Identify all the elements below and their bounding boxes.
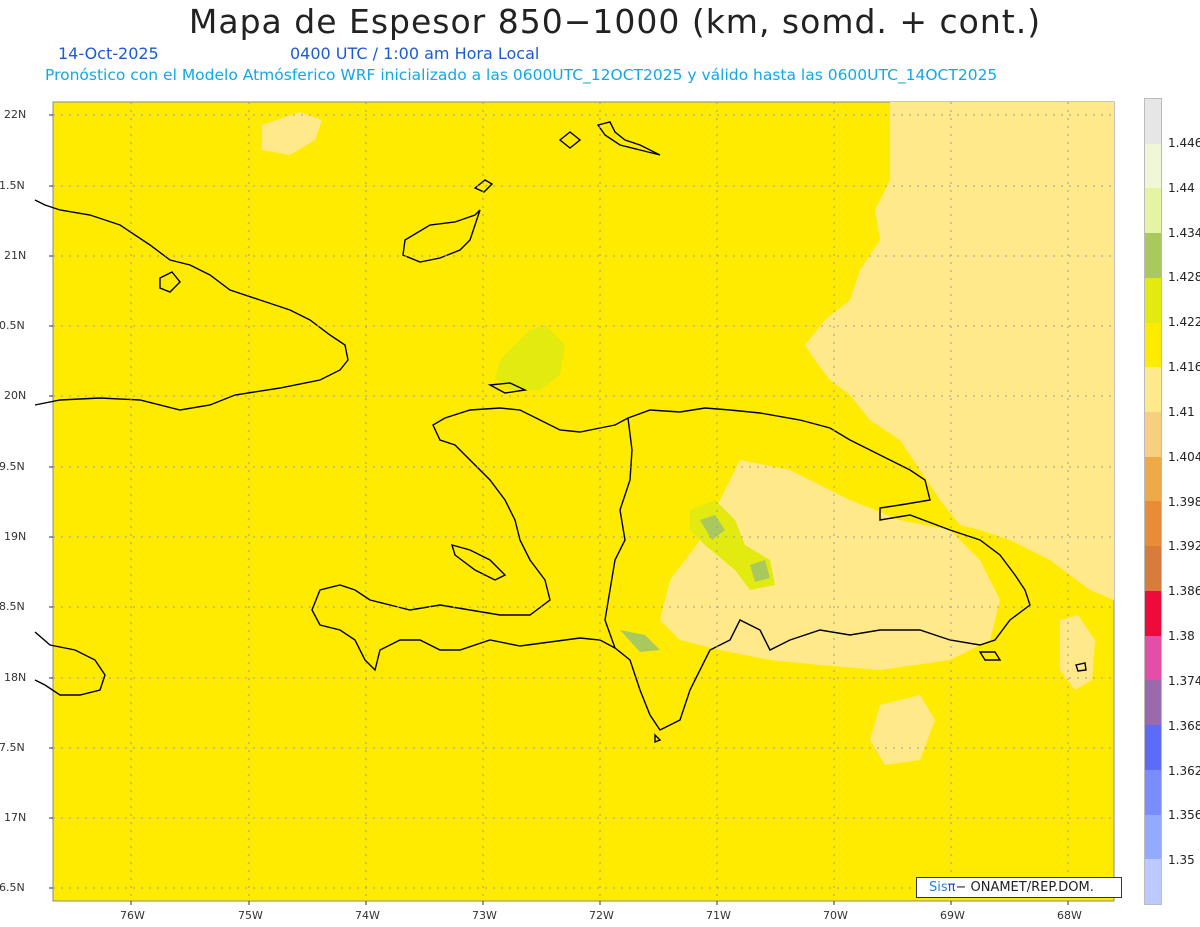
credit-brand: Sis [929,880,948,895]
lat-label: 21.5N [0,179,25,192]
lon-label: 73W [472,909,497,922]
lon-label: 71W [706,909,731,922]
color-legend-swatch [1145,769,1161,815]
lon-label: 69W [940,909,965,922]
color-legend-swatch [1145,635,1161,681]
lat-label: 18N [4,671,27,684]
color-legend-level: 1.38 [1168,629,1195,643]
color-legend-level: 1.434 [1168,225,1200,240]
color-legend-level: 1.386 [1168,584,1200,599]
color-legend-swatch [1145,188,1161,234]
color-legend-bar [1144,98,1162,905]
thickness-map [34,101,1115,905]
color-legend-swatch [1145,322,1161,368]
lon-label: 76W [120,909,145,922]
color-legend-swatch [1145,143,1161,189]
color-legend-level: 1.356 [1168,808,1200,823]
lon-label: 72W [589,909,614,922]
lat-label: 19.5N [0,460,25,473]
color-legend-level: 1.362 [1168,763,1200,778]
color-legend-swatch [1145,99,1161,144]
lat-label: 20N [4,389,27,402]
color-legend-level: 1.398 [1168,494,1200,509]
lat-label: 16.5N [0,881,25,894]
color-legend-swatch [1145,814,1161,860]
color-legend-swatch [1145,367,1161,413]
color-legend-swatch [1145,546,1161,591]
color-legend-level: 1.428 [1168,270,1200,285]
color-legend-swatch [1145,412,1161,457]
color-legend-level: 1.374 [1168,673,1200,688]
lon-label: 75W [238,909,263,922]
lat-label: 19N [4,530,27,543]
lat-label: 22N [4,108,27,121]
color-legend-swatch [1145,590,1161,636]
color-legend-level: 1.35 [1168,853,1195,868]
lat-label: 20.5N [0,319,25,332]
credit-box: Sisπ− ONAMET/REP.DOM. [916,877,1122,898]
color-legend-level: 1.41 [1168,404,1195,419]
color-legend-swatch [1145,859,1161,904]
color-legend-swatch [1145,456,1161,502]
lon-label: 74W [355,909,380,922]
color-legend-level: 1.392 [1168,539,1200,554]
lat-label: 17N [4,811,27,824]
color-legend-swatch [1145,680,1161,726]
color-legend-level: 1.404 [1168,449,1200,464]
color-legend-swatch [1145,277,1161,323]
lat-label: 17.5N [0,741,25,754]
color-legend-level: 1.368 [1168,718,1200,733]
color-legend-level: 1.44 [1168,180,1195,195]
color-legend-swatch [1145,725,1161,770]
color-legend-level: 1.446 [1168,135,1200,150]
lat-label: 18.5N [0,600,25,613]
credit-org: − ONAMET/REP.DOM. [955,880,1094,895]
lon-label: 70W [823,909,848,922]
color-legend-level: 1.416 [1168,360,1200,374]
lat-label: 21N [4,249,27,262]
color-legend-level: 1.422 [1168,315,1200,330]
color-legend-swatch [1145,501,1161,547]
color-legend-swatch [1145,233,1161,278]
lon-label: 68W [1057,909,1082,922]
